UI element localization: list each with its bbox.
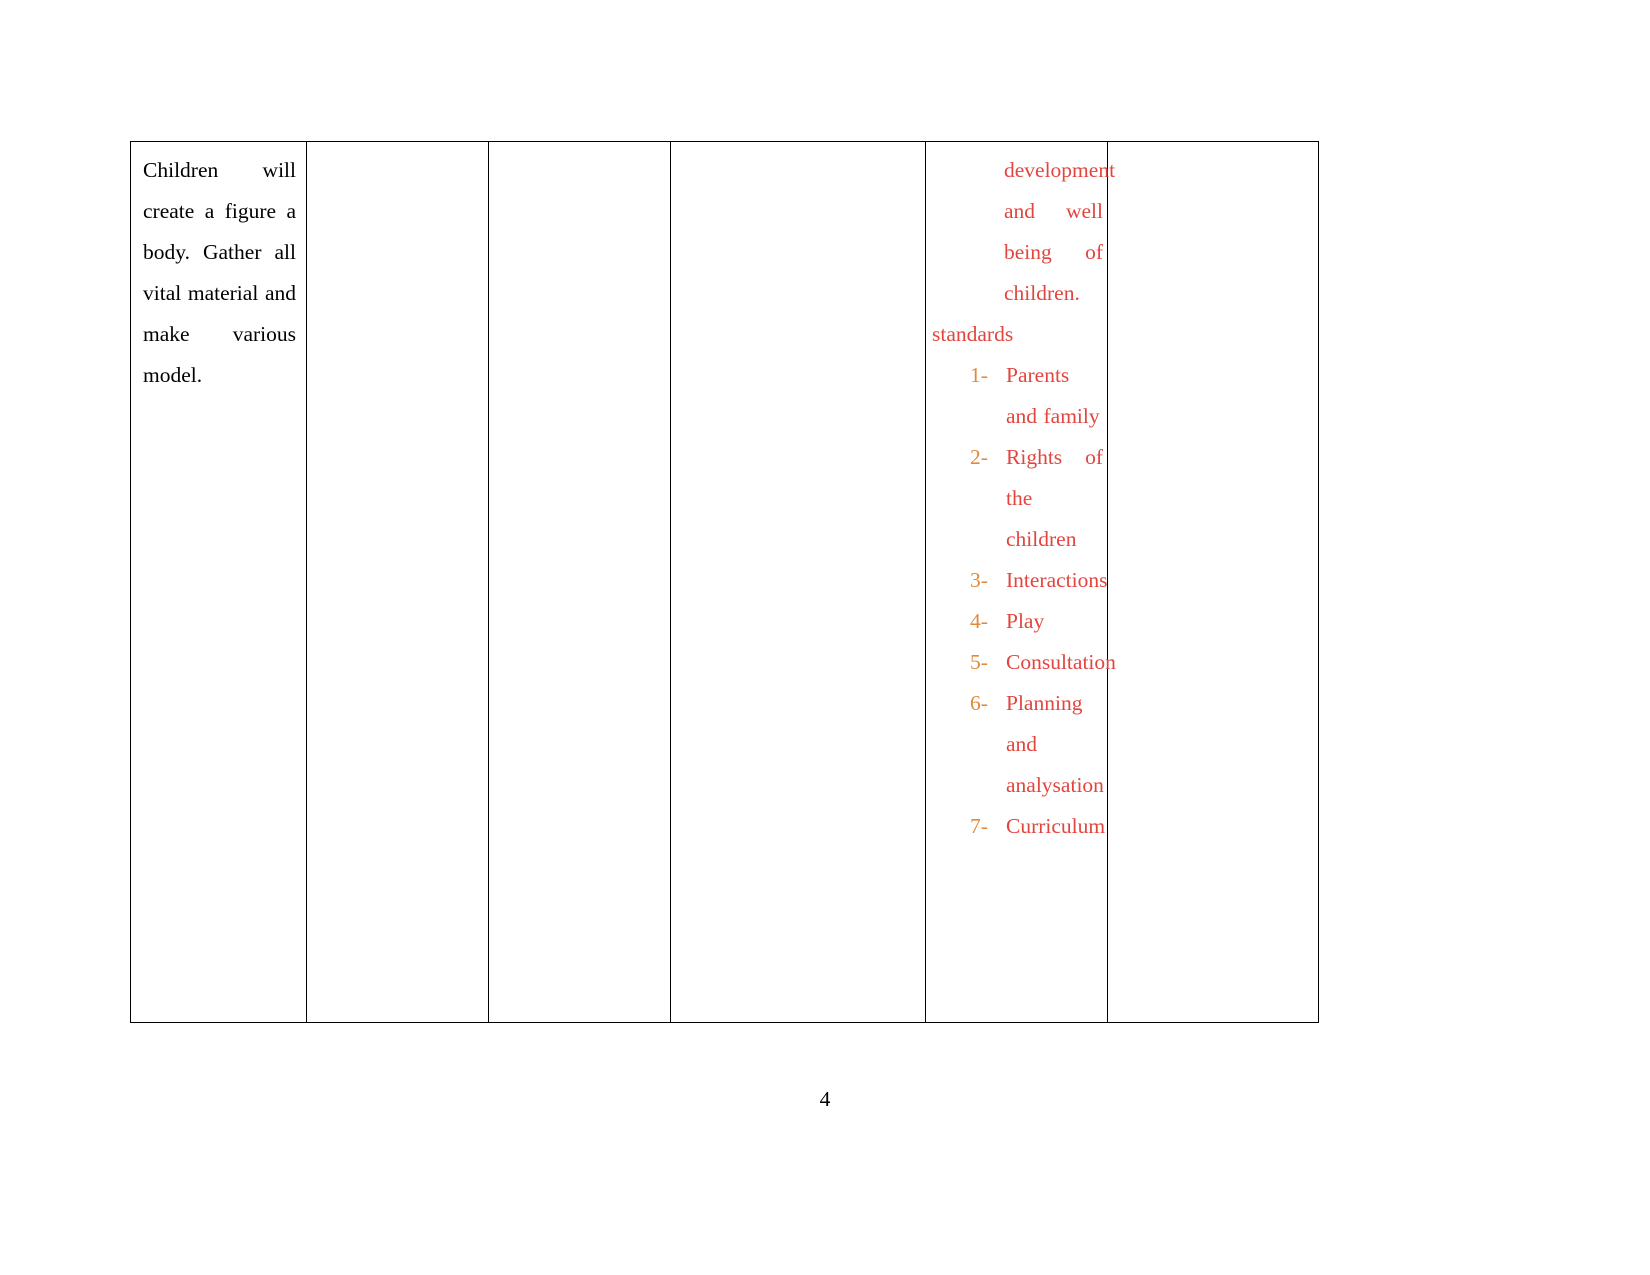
- cell-content-col1: Children will create a figure a body. Ga…: [131, 142, 306, 1022]
- table-cell-column-6: [1107, 141, 1319, 1023]
- list-item: 1- Parents and family: [970, 355, 1103, 437]
- list-marker: 5-: [970, 650, 988, 674]
- list-item: 2- Rights of the children: [970, 437, 1103, 560]
- cell-content-col2: [307, 142, 488, 1022]
- list-item: 4- Play: [970, 601, 1103, 642]
- table-cell-column-2: [306, 141, 489, 1023]
- list-marker: 2-: [970, 445, 988, 469]
- list-marker: 3-: [970, 568, 988, 592]
- list-item-label: Play: [1006, 609, 1045, 633]
- page-number: 4: [819, 1087, 831, 1111]
- table-cell-column-4: [670, 141, 926, 1023]
- standards-heading: standards: [932, 322, 1014, 346]
- cell-content-col5: development and well being of children. …: [926, 142, 1116, 857]
- content-table: Children will create a figure a body. Ga…: [130, 141, 1319, 1023]
- list-item-label: Rights of the children: [1006, 445, 1103, 551]
- cell-content-col6: [1108, 142, 1318, 1022]
- table-cell-standards: development and well being of children. …: [925, 141, 1116, 1023]
- document-page: Children will create a figure a body. Ga…: [0, 0, 1650, 1275]
- table-row: Children will create a figure a body. Ga…: [130, 141, 1319, 1023]
- table-cell-activities: Children will create a figure a body. Ga…: [130, 141, 307, 1023]
- list-item: 5- Consultation: [970, 642, 1116, 683]
- cell-content-col3: [489, 142, 670, 1022]
- list-item-label: Interactions: [1006, 568, 1108, 592]
- list-item: 7- Curriculum: [970, 806, 1106, 847]
- list-marker: 1-: [970, 363, 988, 387]
- table-cell-column-3: [488, 141, 671, 1023]
- list-item-label: Consultation: [1006, 650, 1116, 674]
- standards-list: 1- Parents and family 2- Rights of the c…: [932, 355, 1116, 847]
- list-item-label: Parents and family: [1006, 363, 1100, 428]
- cell-content-col4: [671, 142, 925, 1022]
- list-item: 6- Planning and analysation: [970, 683, 1104, 806]
- activity-description-text: Children will create a figure a body. Ga…: [143, 158, 296, 387]
- list-item: 3- Interactions: [970, 560, 1108, 601]
- list-marker: 4-: [970, 609, 988, 633]
- standards-continuation-text: development and well being of children.: [1004, 158, 1116, 305]
- list-item-label: Curriculum: [1006, 814, 1106, 838]
- list-item-label: Planning and analysation: [1006, 691, 1104, 797]
- list-marker: 7-: [970, 814, 988, 838]
- list-marker: 6-: [970, 691, 988, 715]
